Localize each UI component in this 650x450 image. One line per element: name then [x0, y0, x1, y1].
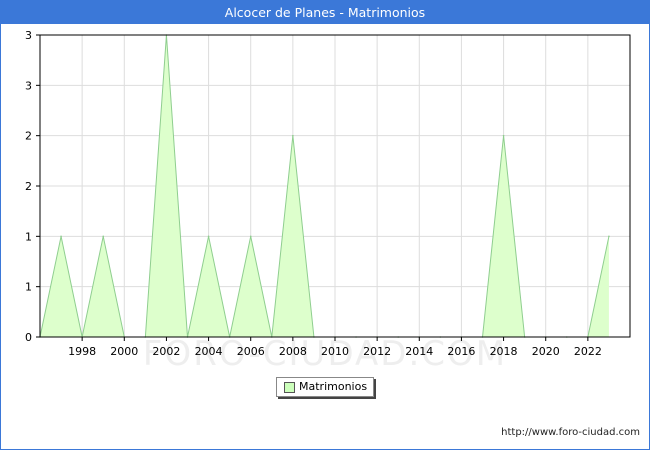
data-point-2018 [502, 134, 505, 137]
y-axis-ticks: 0 1 1 2 2 3 3 [25, 29, 40, 344]
data-point-2004 [207, 235, 210, 238]
x-tick-label-2002: 2002 [152, 345, 180, 358]
data-point-2006 [249, 235, 252, 238]
y-tick-label-0: 0 [25, 331, 32, 344]
x-tick-label-2012: 2012 [363, 345, 391, 358]
legend-swatch [284, 382, 295, 393]
x-tick-label-2022: 2022 [574, 345, 602, 358]
data-point-1999 [102, 235, 105, 238]
x-tick-label-2004: 2004 [195, 345, 223, 358]
y-tick-label-4: 2 [25, 130, 32, 143]
legend-label: Matrimonios [299, 380, 368, 393]
data-point-2008 [292, 134, 294, 137]
x-tick-label-2020: 2020 [532, 345, 560, 358]
y-tick-label-3: 2 [25, 180, 32, 193]
legend: Matrimonios [276, 377, 374, 397]
y-tick-label-6: 3 [25, 29, 32, 42]
x-tick-label-2008: 2008 [279, 345, 307, 358]
y-tick-label-5: 3 [25, 79, 32, 92]
data-point-2023 [608, 235, 610, 238]
y-tick-label-1: 1 [25, 281, 32, 294]
x-tick-label-2014: 2014 [405, 345, 433, 358]
x-tick-label-2018: 2018 [490, 345, 518, 358]
x-tick-label-2016: 2016 [447, 345, 475, 358]
data-point-1997 [60, 235, 62, 238]
source-url: http://www.foro-ciudad.com [501, 427, 640, 438]
grid-lines [40, 35, 630, 337]
x-tick-label-2000: 2000 [110, 345, 138, 358]
x-tick-label-2006: 2006 [237, 345, 265, 358]
y-tick-label-2: 1 [25, 230, 32, 243]
x-tick-label-2010: 2010 [321, 345, 349, 358]
x-tick-label-1998: 1998 [68, 345, 96, 358]
